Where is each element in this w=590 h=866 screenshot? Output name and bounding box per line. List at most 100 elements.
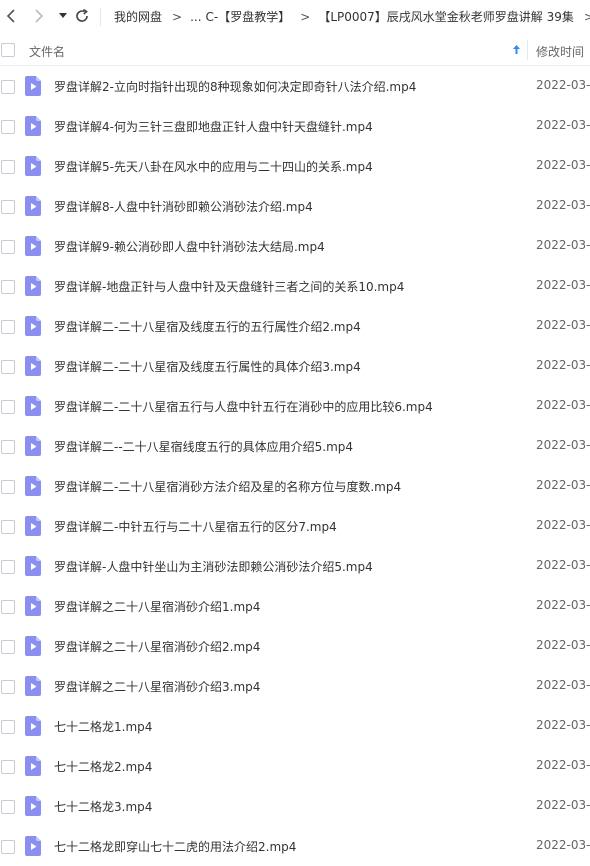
column-header-name[interactable]: 文件名 xyxy=(29,43,65,60)
file-modified-time: 2022-03- xyxy=(536,238,590,252)
file-checkbox[interactable] xyxy=(1,160,15,174)
back-button[interactable] xyxy=(1,6,21,26)
file-name[interactable]: 罗盘详解二-二十八星宿五行与人盘中针五行在消砂中的应用比较6.mp4 xyxy=(54,398,433,415)
file-checkbox[interactable] xyxy=(1,720,15,734)
file-checkbox[interactable] xyxy=(1,120,15,134)
select-all-checkbox[interactable] xyxy=(1,43,15,57)
video-file-icon xyxy=(25,236,41,256)
history-dropdown-button[interactable] xyxy=(53,6,73,26)
file-checkbox[interactable] xyxy=(1,360,15,374)
file-checkbox[interactable] xyxy=(1,240,15,254)
file-row[interactable]: 罗盘详解5-先天八卦在风水中的应用与二十四山的关系.mp4 2022-03- xyxy=(0,146,590,186)
refresh-button[interactable] xyxy=(72,6,92,26)
file-modified-time: 2022-03- xyxy=(536,718,590,732)
file-name[interactable]: 罗盘详解之二十八星宿消砂介绍2.mp4 xyxy=(54,638,260,655)
file-checkbox[interactable] xyxy=(1,800,15,814)
breadcrumb-item-folder[interactable]: C-【罗盘教学】 xyxy=(206,10,291,24)
file-checkbox[interactable] xyxy=(1,520,15,534)
file-modified-time: 2022-03- xyxy=(536,638,590,652)
file-checkbox[interactable] xyxy=(1,600,15,614)
video-file-icon xyxy=(25,276,41,296)
file-modified-time: 2022-03- xyxy=(536,598,590,612)
file-name[interactable]: 罗盘详解二-二十八星宿消砂方法介绍及星的名称方位与度数.mp4 xyxy=(54,478,401,495)
file-name[interactable]: 罗盘详解二--二十八星宿线度五行的具体应用介绍5.mp4 xyxy=(54,438,353,455)
forward-button[interactable] xyxy=(29,6,49,26)
video-file-icon xyxy=(25,796,41,816)
file-row[interactable]: 罗盘详解二-二十八星宿五行与人盘中针五行在消砂中的应用比较6.mp4 2022-0… xyxy=(0,386,590,426)
file-checkbox[interactable] xyxy=(1,80,15,94)
video-file-icon xyxy=(25,156,41,176)
video-file-icon xyxy=(25,196,41,216)
file-row[interactable]: 罗盘详解2-立向时指针出现的8种现象如何决定即奇针八法介绍.mp4 2022-03… xyxy=(0,66,590,106)
file-name[interactable]: 罗盘详解2-立向时指针出现的8种现象如何决定即奇针八法介绍.mp4 xyxy=(54,78,416,95)
file-checkbox[interactable] xyxy=(1,560,15,574)
file-checkbox[interactable] xyxy=(1,320,15,334)
file-row[interactable]: 罗盘详解-地盘正针与人盘中针及天盘缝针三者之间的关系10.mp4 2022-03- xyxy=(0,266,590,306)
file-checkbox[interactable] xyxy=(1,400,15,414)
file-name[interactable]: 罗盘详解二-二十八星宿及线度五行的五行属性介绍2.mp4 xyxy=(54,318,361,335)
file-row[interactable]: 七十二格龙即穿山七十二虎的用法介绍2.mp4 2022-03- xyxy=(0,826,590,866)
file-name[interactable]: 罗盘详解之二十八星宿消砂介绍3.mp4 xyxy=(54,678,260,695)
file-row[interactable]: 罗盘详解二-二十八星宿消砂方法介绍及星的名称方位与度数.mp4 2022-03- xyxy=(0,466,590,506)
file-modified-time: 2022-03- xyxy=(536,558,590,572)
chevron-right-icon xyxy=(35,9,44,23)
file-checkbox[interactable] xyxy=(1,680,15,694)
file-row[interactable]: 罗盘详解之二十八星宿消砂介绍2.mp4 2022-03- xyxy=(0,626,590,666)
column-header-modified-time[interactable]: 修改时间 xyxy=(536,43,584,60)
video-file-icon xyxy=(25,756,41,776)
file-modified-time: 2022-03- xyxy=(536,198,590,212)
file-checkbox[interactable] xyxy=(1,280,15,294)
file-checkbox[interactable] xyxy=(1,480,15,494)
file-row[interactable]: 七十二格龙3.mp4 2022-03- xyxy=(0,786,590,826)
file-checkbox[interactable] xyxy=(1,840,15,854)
file-row[interactable]: 罗盘详解9-赖公消砂即人盘中针消砂法大结局.mp4 2022-03- xyxy=(0,226,590,266)
video-file-icon xyxy=(25,116,41,136)
file-checkbox[interactable] xyxy=(1,640,15,654)
file-checkbox[interactable] xyxy=(1,760,15,774)
file-name[interactable]: 七十二格龙2.mp4 xyxy=(54,758,152,775)
file-modified-time: 2022-03- xyxy=(536,838,590,852)
sort-ascending-icon[interactable] xyxy=(512,44,521,55)
toolbar: 我的网盘 >... C-【罗盘教学】 > 【LP0007】辰戌风水堂金秋老师罗盘讲解 3… xyxy=(0,0,590,34)
file-row[interactable]: 罗盘详解之二十八星宿消砂介绍3.mp4 2022-03- xyxy=(0,666,590,706)
file-name[interactable]: 罗盘详解之二十八星宿消砂介绍1.mp4 xyxy=(54,598,260,615)
video-file-icon xyxy=(25,316,41,336)
file-row[interactable]: 罗盘详解二--二十八星宿线度五行的具体应用介绍5.mp4 2022-03- xyxy=(0,426,590,466)
file-row[interactable]: 七十二格龙2.mp4 2022-03- xyxy=(0,746,590,786)
file-name[interactable]: 罗盘详解二-二十八星宿及线度五行属性的具体介绍3.mp4 xyxy=(54,358,361,375)
file-row[interactable]: 罗盘详解二-二十八星宿及线度五行属性的具体介绍3.mp4 2022-03- xyxy=(0,346,590,386)
file-list-header: 文件名 修改时间 xyxy=(0,34,590,66)
video-file-icon xyxy=(25,596,41,616)
video-file-icon xyxy=(25,76,41,96)
file-row[interactable]: 罗盘详解二-二十八星宿及线度五行的五行属性介绍2.mp4 2022-03- xyxy=(0,306,590,346)
file-row[interactable]: 罗盘详解-人盘中针坐山为主消砂法即赖公消砂法介绍5.mp4 2022-03- xyxy=(0,546,590,586)
breadcrumb-item-root[interactable]: 我的网盘 xyxy=(114,10,162,24)
file-name[interactable]: 七十二格龙1.mp4 xyxy=(54,718,152,735)
video-file-icon xyxy=(25,516,41,536)
breadcrumb-item-current[interactable]: 【LP0007】辰戌风水堂金秋老师罗盘讲解 39集 xyxy=(318,10,574,24)
file-row[interactable]: 罗盘详解二-中针五行与二十八星宿五行的区分7.mp4 2022-03- xyxy=(0,506,590,546)
file-name[interactable]: 罗盘详解4-何为三针三盘即地盘正针人盘中针天盘缝针.mp4 xyxy=(54,118,373,135)
file-modified-time: 2022-03- xyxy=(536,78,590,92)
file-checkbox[interactable] xyxy=(1,200,15,214)
file-name[interactable]: 七十二格龙3.mp4 xyxy=(54,798,152,815)
file-name[interactable]: 罗盘详解-人盘中针坐山为主消砂法即赖公消砂法介绍5.mp4 xyxy=(54,558,373,575)
file-row[interactable]: 七十二格龙1.mp4 2022-03- xyxy=(0,706,590,746)
file-checkbox[interactable] xyxy=(1,440,15,454)
file-modified-time: 2022-03- xyxy=(536,438,590,452)
file-name[interactable]: 罗盘详解-地盘正针与人盘中针及天盘缝针三者之间的关系10.mp4 xyxy=(54,278,404,295)
file-name[interactable]: 罗盘详解二-中针五行与二十八星宿五行的区分7.mp4 xyxy=(54,518,337,535)
caret-down-icon xyxy=(59,13,67,18)
file-name[interactable]: 罗盘详解9-赖公消砂即人盘中针消砂法大结局.mp4 xyxy=(54,238,325,255)
file-modified-time: 2022-03- xyxy=(536,318,590,332)
file-name[interactable]: 罗盘详解5-先天八卦在风水中的应用与二十四山的关系.mp4 xyxy=(54,158,373,175)
file-row[interactable]: 罗盘详解之二十八星宿消砂介绍1.mp4 2022-03- xyxy=(0,586,590,626)
breadcrumb-item-ellipsis[interactable]: ... xyxy=(190,10,201,24)
file-name[interactable]: 七十二格龙即穿山七十二虎的用法介绍2.mp4 xyxy=(54,838,296,855)
column-divider[interactable] xyxy=(527,40,528,60)
file-row[interactable]: 罗盘详解4-何为三针三盘即地盘正针人盘中针天盘缝针.mp4 2022-03- xyxy=(0,106,590,146)
file-name[interactable]: 罗盘详解8-人盘中针消砂即赖公消砂法介绍.mp4 xyxy=(54,198,313,215)
file-modified-time: 2022-03- xyxy=(536,358,590,372)
file-row[interactable]: 罗盘详解8-人盘中针消砂即赖公消砂法介绍.mp4 2022-03- xyxy=(0,186,590,226)
breadcrumb-separator: > xyxy=(300,10,311,24)
